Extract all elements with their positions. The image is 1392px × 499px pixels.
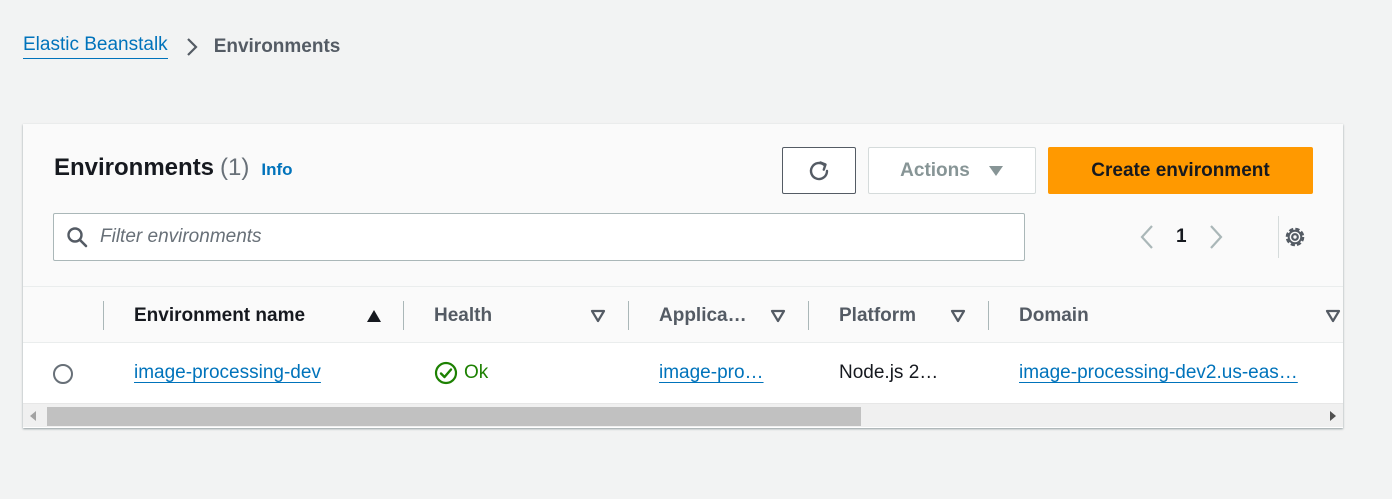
status-ok-icon [434,361,458,385]
panel-title: Environments (1) Info [54,154,293,182]
platform-value: Node.js 2… [839,362,939,383]
create-environment-button[interactable]: Create environment [1048,147,1313,194]
gear-icon[interactable] [1281,223,1309,251]
column-divider [103,301,104,330]
breadcrumb-current: Environments [213,35,341,57]
column-divider [403,301,404,330]
sort-descending-icon[interactable] [1325,309,1341,323]
health-status: Ok [434,361,488,385]
table-header: Environment name Health Applica… Platfor… [23,286,1343,343]
refresh-icon [806,158,832,184]
caret-down-icon [988,165,1004,177]
column-label: Applica… [659,304,747,326]
search-icon [66,226,88,248]
column-header-domain[interactable]: Domain [1019,287,1343,344]
chevron-left-icon[interactable] [1140,224,1154,250]
column-label: Platform [839,304,917,326]
breadcrumb-link-elastic-beanstalk[interactable]: Elastic Beanstalk [23,34,168,59]
column-header-environment-name[interactable]: Environment name [134,287,404,344]
sort-descending-icon[interactable] [590,309,606,323]
info-link[interactable]: Info [261,160,292,180]
sort-descending-icon[interactable] [770,309,786,323]
column-divider [628,301,629,330]
cell-domain: image-processing-dev2.us-eas… [1019,343,1339,403]
sort-descending-icon[interactable] [950,309,966,323]
breadcrumb: Elastic Beanstalk Environments [23,34,340,59]
chevron-right-icon[interactable] [1209,224,1223,250]
cell-application: image-pro… [659,343,789,403]
pager-divider [1278,216,1279,258]
filter-search [53,213,1025,261]
scroll-left-arrow-icon[interactable] [23,404,43,428]
table-row: image-processing-dev Ok image-pro… Node.… [23,343,1343,403]
pagination: 1 [1140,222,1223,252]
column-divider [808,301,809,330]
chevron-right-icon [186,37,198,57]
environments-panel: Environments (1) Info Actions Create env… [23,124,1343,428]
cell-health: Ok [434,343,614,403]
column-label: Domain [1019,304,1089,326]
environment-count: (1) [220,154,250,181]
column-label: Environment name [134,304,306,326]
sort-ascending-icon[interactable] [366,309,382,323]
filter-environments-input[interactable] [100,226,980,248]
scroll-right-arrow-icon[interactable] [1323,404,1343,428]
column-header-platform[interactable]: Platform [839,287,989,344]
column-divider [988,301,989,330]
cell-platform: Node.js 2… [839,343,969,403]
panel-header: Environments (1) Info Actions Create env… [23,124,1343,286]
domain-link[interactable]: image-processing-dev2.us-eas… [1019,362,1298,384]
cell-environment-name: image-processing-dev [134,343,414,403]
column-label: Health [434,304,493,326]
refresh-button[interactable] [782,147,856,194]
scrollbar-thumb[interactable] [47,407,861,426]
health-label: Ok [464,362,489,383]
current-page-number[interactable]: 1 [1176,226,1187,248]
actions-dropdown-button[interactable]: Actions [868,147,1036,194]
panel-title-text: Environments [54,154,215,181]
actions-label: Actions [900,159,970,181]
environment-name-link[interactable]: image-processing-dev [134,362,321,384]
column-header-health[interactable]: Health [434,287,624,344]
horizontal-scrollbar[interactable] [23,403,1343,427]
application-link[interactable]: image-pro… [659,362,764,384]
row-select-radio[interactable] [53,364,73,384]
column-header-application[interactable]: Applica… [659,287,804,344]
